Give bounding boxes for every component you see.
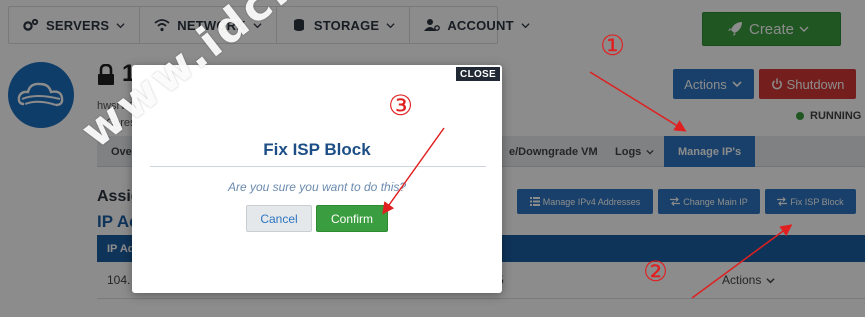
close-button[interactable]: CLOSE xyxy=(456,67,500,81)
confirm-button[interactable]: Confirm xyxy=(316,205,388,232)
cancel-button[interactable]: Cancel xyxy=(246,205,312,232)
annotation-marker-3: ③ xyxy=(388,89,414,122)
dialog-divider xyxy=(150,166,486,167)
annotation-marker-2: ② xyxy=(643,255,669,288)
dialog-question: Are you sure you want to do this? xyxy=(227,180,407,194)
annotation-marker-1: ① xyxy=(600,29,626,62)
confirm-dialog: CLOSE Fix ISP Block Are you sure you wan… xyxy=(132,65,502,293)
dialog-title: Fix ISP Block xyxy=(263,140,371,159)
